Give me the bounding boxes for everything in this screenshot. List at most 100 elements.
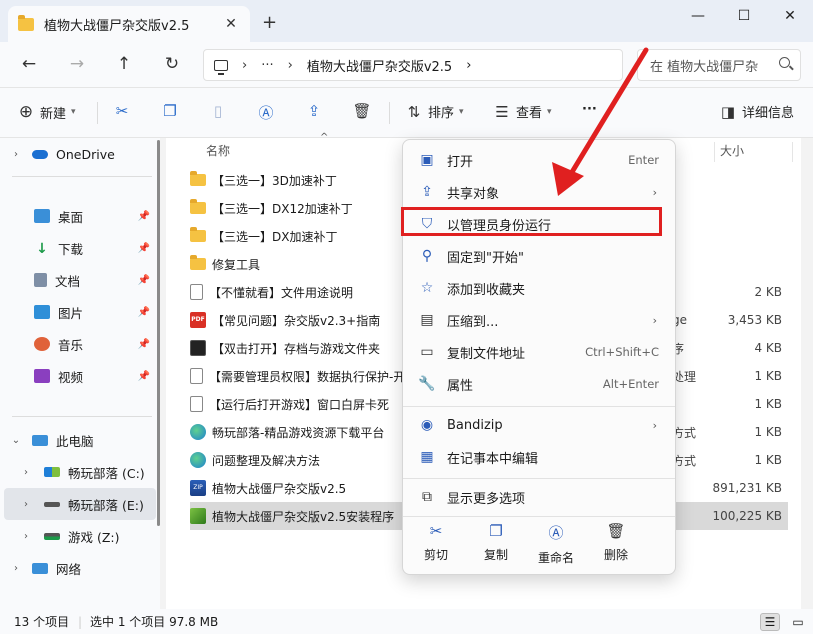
file-name: 【三选一】DX12加速补丁	[212, 201, 353, 216]
tab-close-button[interactable]: ✕	[222, 16, 240, 32]
menu-item-pin-start[interactable]: ⚲ 固定到"开始"	[407, 241, 671, 271]
copy-icon: ❐	[489, 522, 503, 540]
details-view-button[interactable]: ☰	[760, 613, 780, 631]
videos-icon	[34, 369, 50, 383]
forward-button[interactable]: →	[66, 54, 88, 74]
computer-icon	[214, 59, 228, 75]
sidebar-item-network[interactable]: › 网络	[0, 552, 158, 584]
menu-item-label: 显示更多选项	[447, 491, 526, 507]
minimize-button[interactable]: —	[675, 0, 721, 32]
pin-icon[interactable]: 📌	[138, 243, 150, 254]
more-options-icon: ⧉	[422, 489, 432, 505]
sidebar-scrollbar[interactable]	[157, 140, 160, 526]
navigation-pane: › OneDrive 桌面 📌 ↓ 下载 📌 文档 📌 图片 📌 音乐 📌 视频	[0, 138, 160, 609]
menu-delete-button[interactable]: 🗑 删除	[585, 522, 647, 563]
tiles-view-button[interactable]: ▭	[788, 613, 808, 631]
back-button[interactable]: ←	[18, 54, 40, 74]
sidebar-item-label: 畅玩部落 (C:)	[68, 465, 145, 481]
sidebar-item-onedrive[interactable]: › OneDrive	[0, 138, 158, 170]
sort-button[interactable]: ⇅ 排序 ▾	[404, 102, 464, 122]
cloud-icon	[32, 149, 48, 159]
new-label: 新建	[40, 106, 67, 122]
rename-button[interactable]: Ⓐ	[256, 102, 280, 123]
pictures-icon	[34, 305, 50, 319]
share-button[interactable]: ⇪	[304, 102, 328, 120]
copy-button[interactable]: ❐	[160, 102, 184, 120]
sidebar-item-drive-z[interactable]: › 游戏 (Z:)	[0, 520, 158, 552]
menu-item-properties[interactable]: 🔧 属性 Alt+Enter	[407, 369, 671, 399]
tab-current-folder[interactable]: 植物大战僵尸杂交版v2.5 ✕	[8, 6, 250, 42]
file-size: 3,453 KB	[727, 313, 782, 327]
new-button[interactable]: ⊕ 新建 ▾	[16, 102, 76, 122]
menu-item-edit-notepad[interactable]: ▦ 在记事本中编辑	[407, 442, 671, 472]
column-header-size[interactable]: 大小	[720, 142, 744, 159]
column-header-name[interactable]: 名称	[206, 142, 230, 159]
view-button[interactable]: ☰ 查看 ▾	[492, 102, 551, 122]
sidebar-item-this-pc[interactable]: ⌄ 此电脑	[0, 424, 158, 456]
file-size: 100,225 KB	[712, 509, 782, 523]
pin-icon[interactable]: 📌	[138, 371, 150, 382]
highlight-box	[401, 207, 662, 236]
pin-icon[interactable]: 📌	[138, 339, 150, 350]
maximize-button[interactable]: ☐	[721, 0, 767, 32]
menu-copy-button[interactable]: ❐ 复制	[465, 522, 527, 563]
new-tab-button[interactable]: +	[262, 12, 277, 33]
pin-icon[interactable]: 📌	[138, 211, 150, 222]
sidebar-item-label: 此电脑	[56, 433, 94, 449]
chevron-right-icon: ›	[24, 466, 28, 478]
breadcrumb-end-chevron[interactable]: ›	[466, 58, 471, 73]
paste-button[interactable]: ▯	[208, 102, 232, 120]
menu-item-copy-path[interactable]: ▭ 复制文件地址 Ctrl+Shift+C	[407, 337, 671, 367]
sidebar-item-documents[interactable]: 文档 📌	[0, 264, 158, 296]
breadcrumb-more[interactable]: ···	[261, 58, 273, 73]
sidebar-item-label: 桌面	[58, 209, 84, 225]
download-icon: ↓	[36, 241, 48, 257]
details-pane-button[interactable]: ◨ 详细信息	[718, 102, 794, 122]
tiles-view-icon: ▭	[792, 615, 804, 629]
file-size: 2 KB	[754, 285, 782, 299]
up-button[interactable]: ↑	[113, 54, 135, 74]
close-button[interactable]: ✕	[767, 0, 813, 32]
pin-icon[interactable]: 📌	[138, 275, 150, 286]
pin-icon[interactable]: 📌	[138, 307, 150, 318]
refresh-button[interactable]: ↻	[161, 54, 183, 74]
sidebar-item-desktop[interactable]: 桌面 📌	[0, 200, 158, 232]
menu-cut-button[interactable]: ✂ 剪切	[405, 522, 467, 563]
menu-item-add-favorite[interactable]: ☆ 添加到收藏夹	[407, 273, 671, 303]
sidebar-item-label: 网络	[56, 561, 82, 577]
sidebar-item-videos[interactable]: 视频 📌	[0, 360, 158, 392]
sidebar-item-downloads[interactable]: ↓ 下载 📌	[0, 232, 158, 264]
file-name: 植物大战僵尸杂交版v2.5安装程序	[212, 509, 395, 524]
menu-item-bandizip[interactable]: ◉ Bandizip ›	[407, 410, 671, 440]
music-icon	[34, 337, 50, 351]
notepad-icon: ▦	[420, 449, 434, 465]
documents-icon	[34, 273, 47, 287]
file-name: 【三选一】DX加速补丁	[212, 229, 338, 244]
sidebar-item-drive-c[interactable]: › 畅玩部落 (C:)	[0, 456, 158, 488]
view-label: 查看	[516, 106, 543, 121]
menu-item-label: 复制文件地址	[447, 346, 526, 362]
menu-item-more-options[interactable]: ⧉ 显示更多选项	[407, 482, 671, 512]
address-bar[interactable]: › ··· › 植物大战僵尸杂交版v2.5 ›	[203, 49, 623, 81]
menu-item-share[interactable]: ⇪ 共享对象 ›	[407, 177, 671, 207]
sidebar-item-label: 图片	[58, 305, 84, 321]
sidebar-item-pictures[interactable]: 图片 📌	[0, 296, 158, 328]
sidebar-item-label: 文档	[55, 273, 81, 289]
delete-button[interactable]: 🗑	[352, 102, 376, 120]
menu-item-compress[interactable]: ▤ 压缩到... ›	[407, 305, 671, 335]
menu-item-open[interactable]: ▣ 打开 Enter	[407, 145, 671, 175]
window-controls: — ☐ ✕	[675, 0, 813, 32]
file-size: 4 KB	[754, 341, 782, 355]
search-box[interactable]: 在 植物大战僵尸杂	[637, 49, 801, 81]
more-options-button[interactable]: ···	[582, 102, 597, 117]
rename-icon: Ⓐ	[258, 104, 274, 122]
sidebar-item-music[interactable]: 音乐 📌	[0, 328, 158, 360]
menu-rename-button[interactable]: Ⓐ 重命名	[525, 522, 587, 566]
network-icon	[32, 562, 48, 574]
cut-button[interactable]: ✂	[112, 102, 136, 120]
sidebar-item-drive-e[interactable]: › 畅玩部落 (E:)	[4, 488, 156, 520]
chevron-down-icon: ▾	[71, 107, 76, 117]
breadcrumb-folder[interactable]: 植物大战僵尸杂交版v2.5	[307, 56, 452, 75]
cmd-icon	[190, 340, 206, 356]
sidebar-item-label: 视频	[58, 369, 84, 385]
